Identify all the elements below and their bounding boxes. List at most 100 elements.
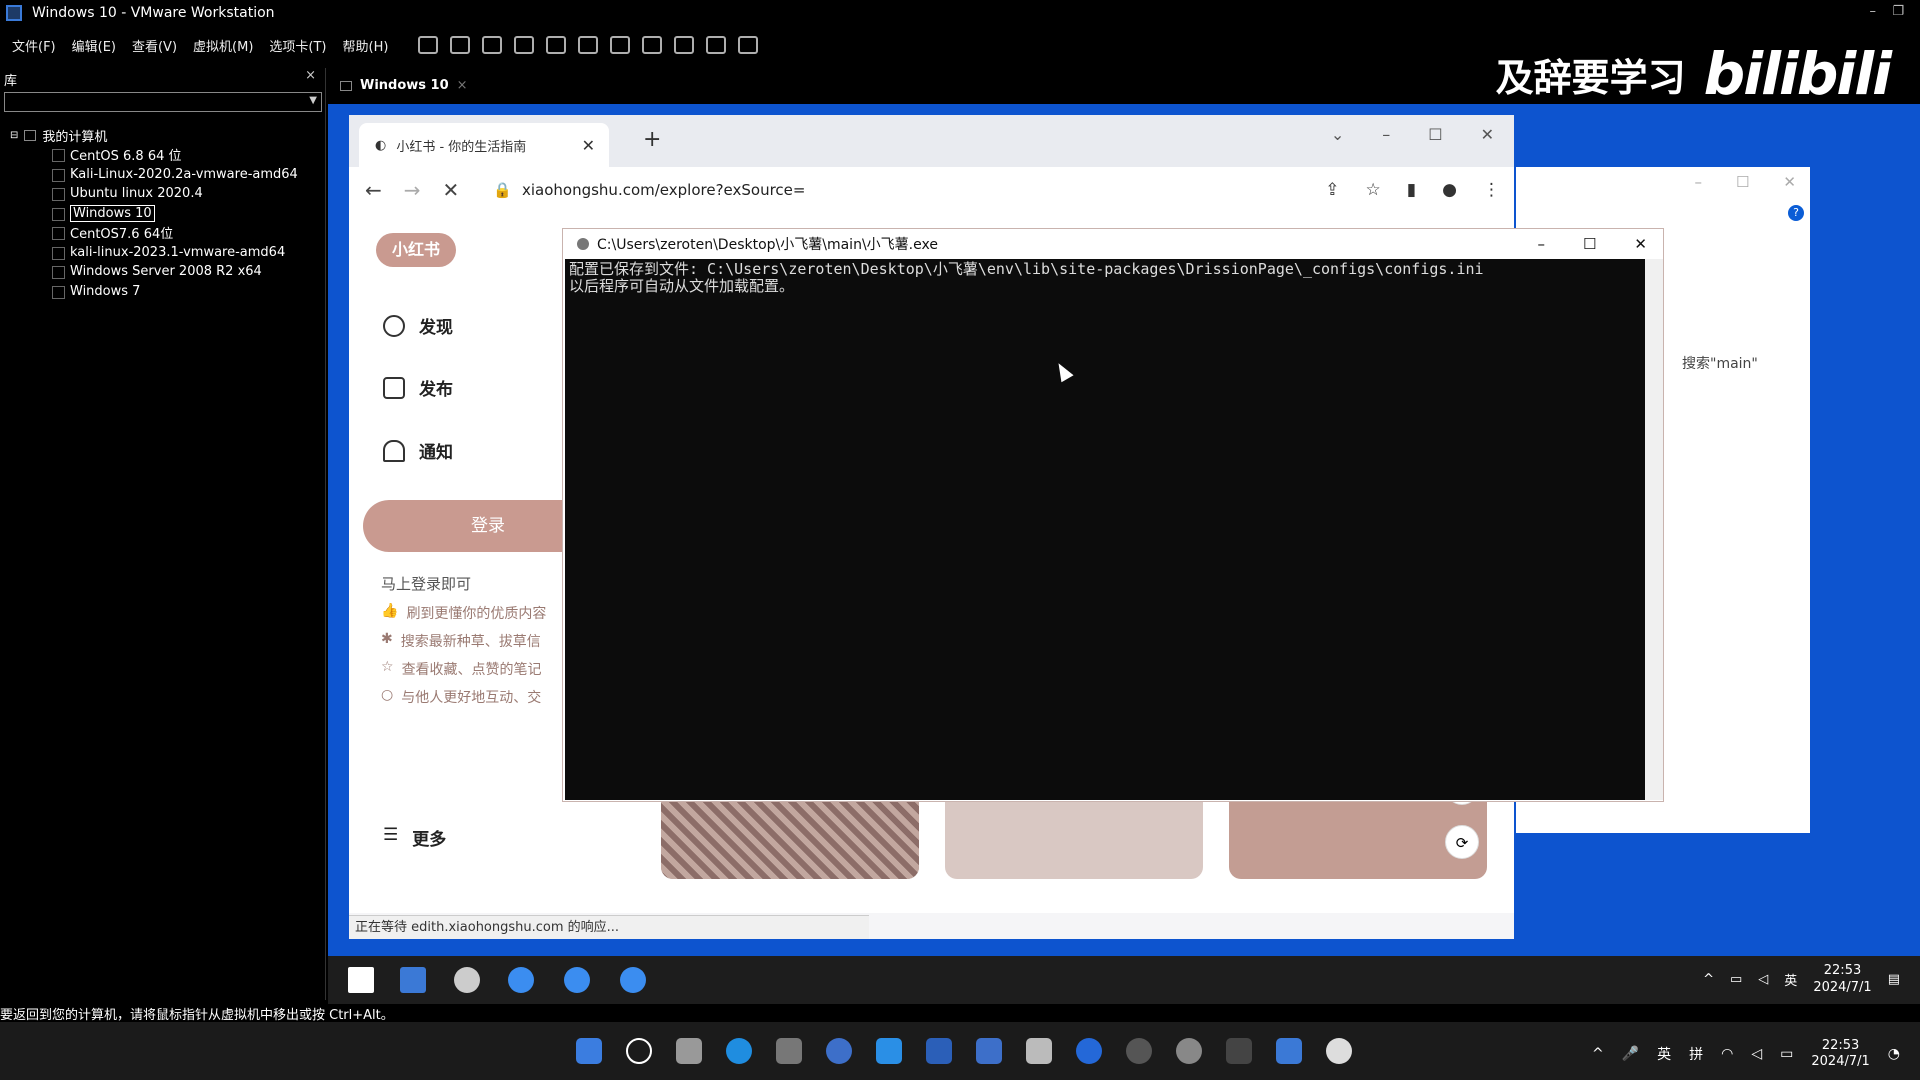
chevron-up-icon[interactable]: ^ xyxy=(1592,1046,1604,1062)
vm-item-selected[interactable]: Windows 10 xyxy=(10,204,298,224)
chrome-icon[interactable] xyxy=(508,967,534,993)
stop-icon[interactable]: ✕ xyxy=(443,178,460,202)
minimize-icon[interactable]: – xyxy=(1537,235,1545,253)
vscode-icon[interactable] xyxy=(876,1038,902,1064)
xhs-logo[interactable]: 小红书 xyxy=(376,233,456,267)
profile-icon[interactable]: ● xyxy=(1442,180,1457,200)
send-keys-icon[interactable] xyxy=(450,36,471,54)
vm-item[interactable]: CentOS 6.8 64 位 xyxy=(10,145,298,165)
snapshot-icon[interactable] xyxy=(482,36,503,54)
vm-item[interactable]: Ubuntu linux 2020.4 xyxy=(10,184,298,204)
menu-tabs[interactable]: 选项卡(T) xyxy=(269,36,326,55)
pause-icon[interactable] xyxy=(418,36,439,54)
chevron-up-icon[interactable]: ^ xyxy=(1703,972,1714,987)
host-clock[interactable]: 22:53 2024/7/1 xyxy=(1811,1038,1869,1070)
library-search-input[interactable]: ▼ xyxy=(4,92,322,112)
guest-clock[interactable]: 22:53 2024/7/1 xyxy=(1813,962,1871,996)
start-icon[interactable] xyxy=(348,967,374,993)
terminal-icon[interactable] xyxy=(1226,1038,1252,1064)
vm-item[interactable]: Kali-Linux-2020.2a-vmware-amd64 xyxy=(10,165,298,185)
tree-root[interactable]: ⊟ 我的计算机 xyxy=(10,126,298,145)
app-icon[interactable] xyxy=(776,1038,802,1064)
file-explorer-icon[interactable] xyxy=(400,967,426,993)
wechat-icon[interactable] xyxy=(1176,1038,1202,1064)
more-menu[interactable]: ☰ 更多 xyxy=(383,825,446,850)
app-icon[interactable] xyxy=(1326,1038,1352,1064)
menu-edit[interactable]: 编辑(E) xyxy=(72,36,116,55)
mic-icon[interactable]: 🎤 xyxy=(1622,1046,1639,1062)
library-close-icon[interactable]: × xyxy=(305,68,316,83)
tab-close-icon[interactable]: × xyxy=(457,78,468,93)
maximize-icon[interactable]: ☐ xyxy=(1428,125,1442,144)
close-icon[interactable]: ✕ xyxy=(1481,125,1494,144)
vm-tab-windows10[interactable]: Windows 10 × xyxy=(340,78,468,93)
help-icon[interactable]: ? xyxy=(1788,205,1804,221)
app-icon[interactable] xyxy=(1026,1038,1052,1064)
bookmark-star-icon[interactable]: ☆ xyxy=(1366,180,1381,200)
console-titlebar[interactable]: C:\Users\zeroten\Desktop\小飞薯\main\小飞薯.ex… xyxy=(563,229,1663,259)
menu-view[interactable]: 查看(V) xyxy=(132,36,177,55)
forward-icon[interactable]: → xyxy=(404,178,421,202)
chrome-icon[interactable] xyxy=(620,967,646,993)
word-icon[interactable] xyxy=(926,1038,952,1064)
scrollbar[interactable] xyxy=(1645,259,1663,800)
tab-close-icon[interactable]: ✕ xyxy=(582,136,595,155)
console-output[interactable]: 配置已保存到文件: C:\Users\zeroten\Desktop\小飞薯\e… xyxy=(565,259,1645,800)
vm-item[interactable]: kali-linux-2023.1-vmware-amd64 xyxy=(10,243,298,263)
minimize-icon[interactable]: – xyxy=(1870,4,1877,19)
library-view-icon[interactable] xyxy=(578,36,599,54)
new-tab-button[interactable]: + xyxy=(643,127,661,152)
start-icon[interactable] xyxy=(576,1038,602,1064)
network-icon[interactable]: ▭ xyxy=(1730,972,1742,987)
battery-icon[interactable]: ▭ xyxy=(1780,1046,1793,1062)
edge-icon[interactable] xyxy=(726,1038,752,1064)
close-icon[interactable]: ✕ xyxy=(1634,235,1647,253)
vm-item[interactable]: CentOS7.6 64位 xyxy=(10,223,298,243)
chevron-down-icon[interactable]: ▼ xyxy=(309,95,317,106)
back-icon[interactable]: ← xyxy=(365,178,382,202)
app-icon[interactable] xyxy=(1076,1038,1102,1064)
maximize-icon[interactable]: ☐ xyxy=(1736,173,1749,191)
minimize-icon[interactable]: – xyxy=(1382,125,1390,144)
explorer-search-input[interactable]: 搜索"main" xyxy=(1682,353,1758,373)
maximize-icon[interactable]: ☐ xyxy=(1583,235,1596,253)
close-icon[interactable]: ✕ xyxy=(1783,173,1796,191)
refresh-icon[interactable]: ⟳ xyxy=(1445,825,1479,859)
vm-item[interactable]: Windows Server 2008 R2 x64 xyxy=(10,262,298,282)
host-lang[interactable]: 英 xyxy=(1657,1044,1671,1064)
snapshot-manager-icon[interactable] xyxy=(546,36,567,54)
wifi-icon[interactable]: ◠ xyxy=(1721,1046,1733,1062)
menu-vm[interactable]: 虚拟机(M) xyxy=(193,36,253,55)
search-icon[interactable] xyxy=(626,1038,652,1064)
restore-icon[interactable]: ❐ xyxy=(1892,4,1904,19)
panel-divider[interactable] xyxy=(325,68,326,1000)
side-panel-icon[interactable]: ▮ xyxy=(1407,180,1416,200)
notification-icon[interactable]: ▤ xyxy=(1888,972,1900,987)
thumbnail-view-icon[interactable] xyxy=(610,36,631,54)
guest-lang[interactable]: 英 xyxy=(1784,970,1797,989)
nav-discover[interactable]: 发现 xyxy=(383,313,453,338)
kebab-menu-icon[interactable]: ⋮ xyxy=(1483,180,1500,200)
stretch-icon[interactable] xyxy=(738,36,759,54)
search-app-icon[interactable] xyxy=(1126,1038,1152,1064)
fullscreen-icon[interactable] xyxy=(642,36,663,54)
tab-search-icon[interactable]: ⌄ xyxy=(1331,125,1344,144)
vmware-icon[interactable] xyxy=(976,1038,1002,1064)
lock-icon[interactable]: 🔒 xyxy=(493,181,512,199)
menu-help[interactable]: 帮助(H) xyxy=(343,36,389,55)
nav-publish[interactable]: 发布 xyxy=(383,375,453,400)
app-icon[interactable] xyxy=(826,1038,852,1064)
volume-icon[interactable]: ◁ xyxy=(1751,1046,1762,1062)
minimize-icon[interactable]: – xyxy=(1694,173,1702,191)
unity-icon[interactable] xyxy=(674,36,695,54)
console-view-icon[interactable] xyxy=(706,36,727,54)
share-icon[interactable]: ⇪ xyxy=(1325,180,1339,200)
revert-snapshot-icon[interactable] xyxy=(514,36,535,54)
folder-icon[interactable] xyxy=(1276,1038,1302,1064)
volume-icon[interactable]: ◁ xyxy=(1758,972,1768,987)
notification-icon[interactable]: ◔ xyxy=(1888,1046,1900,1062)
chrome-icon[interactable] xyxy=(564,967,590,993)
menu-file[interactable]: 文件(F) xyxy=(12,36,56,55)
host-ime[interactable]: 拼 xyxy=(1689,1044,1703,1064)
task-view-icon[interactable] xyxy=(676,1038,702,1064)
